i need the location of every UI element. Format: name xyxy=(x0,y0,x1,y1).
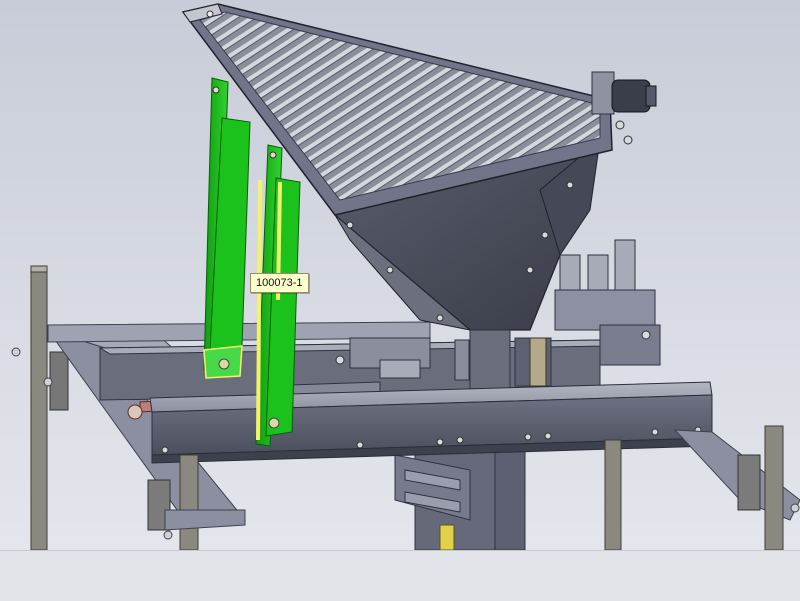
selected-bracket-right[interactable] xyxy=(255,144,301,447)
center-leg[interactable] xyxy=(604,439,622,550)
left-back-post[interactable] xyxy=(11,265,69,550)
part-callout-tooltip: 100073-1 xyxy=(250,273,309,293)
assembly-model[interactable] xyxy=(0,0,800,550)
status-bar xyxy=(0,550,800,601)
cad-graphics-viewport[interactable]: 100073-1 xyxy=(0,0,800,550)
front-right-post[interactable] xyxy=(737,425,800,550)
center-support-column[interactable] xyxy=(394,439,526,550)
